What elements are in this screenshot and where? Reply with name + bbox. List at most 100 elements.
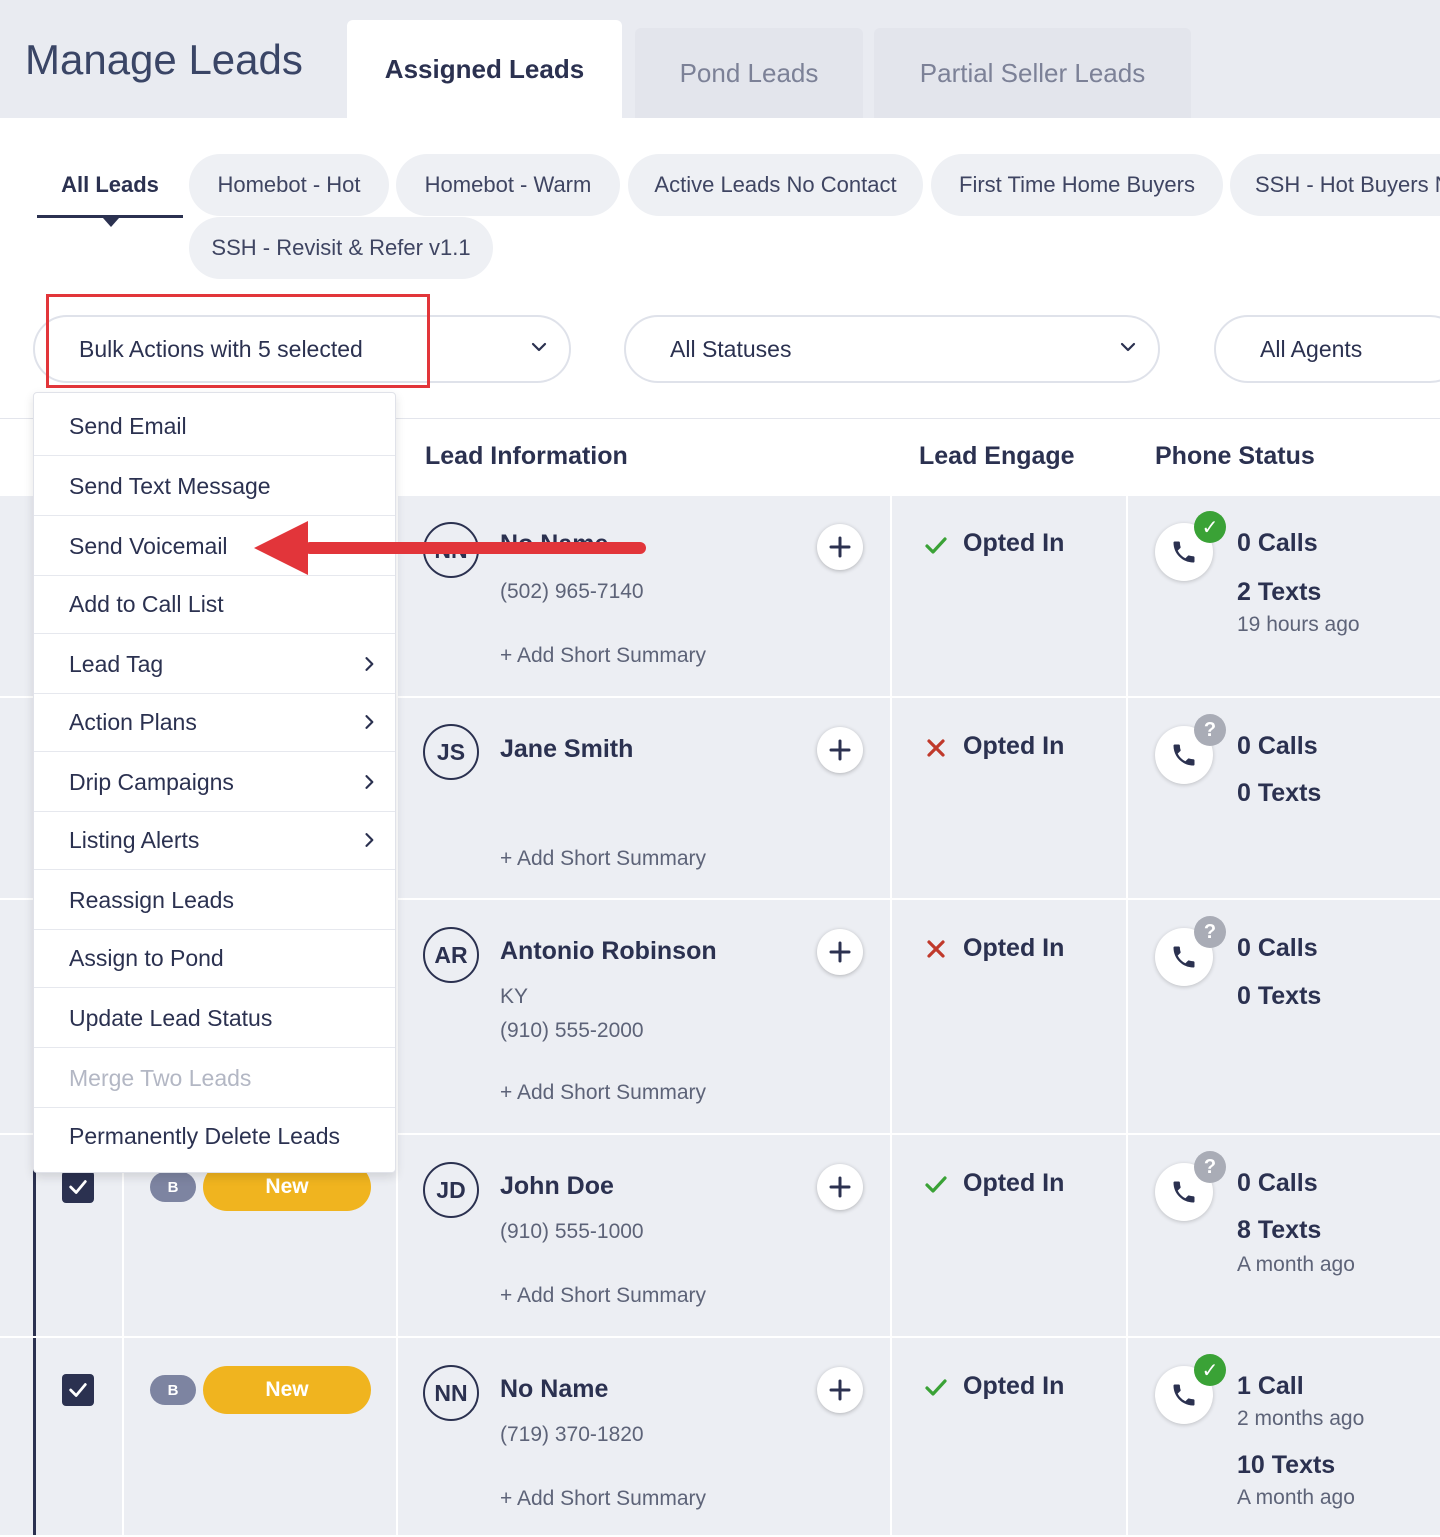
lead-phone: (502) 965-7140 bbox=[500, 580, 644, 603]
unknown-badge-icon: ? bbox=[1194, 1151, 1226, 1183]
subtab-all-leads[interactable]: All Leads bbox=[37, 154, 183, 216]
add-summary-link[interactable]: + Add Short Summary bbox=[500, 1081, 706, 1105]
menu-item-drip-campaigns[interactable]: Drip Campaigns bbox=[34, 753, 395, 812]
add-summary-link[interactable]: + Add Short Summary bbox=[500, 1487, 706, 1511]
add-summary-link[interactable]: + Add Short Summary bbox=[500, 644, 706, 668]
tab-pond-leads[interactable]: Pond Leads bbox=[635, 28, 863, 118]
lead-name[interactable]: Antonio Robinson bbox=[500, 937, 717, 966]
texts-time: 19 hours ago bbox=[1237, 613, 1360, 636]
check-icon bbox=[69, 1180, 87, 1194]
agent-filter-label: All Agents bbox=[1260, 335, 1363, 362]
lead-state: KY bbox=[500, 985, 529, 1008]
lead-name[interactable]: John Doe bbox=[500, 1172, 614, 1201]
menu-item-listing-alerts[interactable]: Listing Alerts bbox=[34, 811, 395, 870]
texts-count: 0 Texts bbox=[1237, 982, 1322, 1010]
phone-icon bbox=[1173, 1384, 1195, 1406]
menu-item-label: Send Email bbox=[69, 412, 187, 439]
menu-item-label: Lead Tag bbox=[69, 650, 164, 677]
texts-count: 8 Texts bbox=[1237, 1216, 1322, 1244]
menu-item-send-email[interactable]: Send Email bbox=[34, 397, 395, 456]
unknown-badge-icon: ? bbox=[1194, 714, 1226, 746]
menu-item-reassign-leads[interactable]: Reassign Leads bbox=[34, 871, 395, 930]
verified-badge-icon: ✓ bbox=[1194, 511, 1226, 543]
check-icon bbox=[925, 1379, 947, 1396]
calls-count: 0 Calls bbox=[1237, 732, 1318, 760]
texts-count: 10 Texts bbox=[1237, 1451, 1336, 1479]
avatar: JD bbox=[423, 1162, 479, 1218]
verified-badge-icon: ✓ bbox=[1194, 1354, 1226, 1386]
phone-icon bbox=[1173, 946, 1195, 968]
menu-item-label: Drip Campaigns bbox=[69, 768, 234, 795]
plus-icon bbox=[829, 1176, 851, 1198]
calls-time: 2 months ago bbox=[1237, 1407, 1365, 1430]
column-header-lead-information: Lead Information bbox=[425, 442, 628, 470]
menu-item-permanently-delete-leads[interactable]: Permanently Delete Leads bbox=[34, 1107, 395, 1166]
add-button[interactable] bbox=[817, 727, 863, 773]
menu-item-merge-two-leads: Merge Two Leads bbox=[34, 1049, 395, 1108]
subtab-ssh-revisit-refer[interactable]: SSH - Revisit & Refer v1.1 bbox=[189, 217, 493, 279]
add-button[interactable] bbox=[817, 1164, 863, 1210]
agent-filter-select[interactable]: All Agents bbox=[1214, 315, 1440, 383]
menu-item-label: Send Voicemail bbox=[69, 532, 228, 559]
phone-icon bbox=[1173, 1181, 1195, 1203]
bulk-actions-menu: Send Email Send Text Message Send Voicem… bbox=[33, 392, 396, 1173]
texts-count: 0 Texts bbox=[1237, 779, 1322, 807]
subtab-caret bbox=[103, 218, 119, 227]
tab-assigned-leads[interactable]: Assigned Leads bbox=[347, 20, 622, 118]
texts-count: 2 Texts bbox=[1237, 578, 1322, 606]
tab-partial-seller-leads[interactable]: Partial Seller Leads bbox=[874, 28, 1191, 118]
subtab-first-time-home-buyers[interactable]: First Time Home Buyers bbox=[931, 154, 1223, 216]
page-title: Manage Leads bbox=[25, 36, 303, 83]
engage-status: Opted In bbox=[963, 1169, 1065, 1197]
menu-item-action-plans[interactable]: Action Plans bbox=[34, 693, 395, 752]
lead-name[interactable]: No Name bbox=[500, 1375, 608, 1404]
menu-item-label: Update Lead Status bbox=[69, 1004, 273, 1031]
status-filter-select[interactable]: All Statuses bbox=[624, 315, 1160, 383]
add-button[interactable] bbox=[817, 1367, 863, 1413]
plus-icon bbox=[829, 739, 851, 761]
plus-icon bbox=[829, 1379, 851, 1401]
menu-item-label: Action Plans bbox=[69, 708, 197, 735]
chevron-right-icon bbox=[365, 775, 374, 789]
highlight-annotation-box bbox=[46, 294, 430, 388]
calls-count: 0 Calls bbox=[1237, 934, 1318, 962]
phone-icon bbox=[1173, 541, 1195, 563]
status-filter-label: All Statuses bbox=[670, 335, 792, 362]
menu-item-label: Reassign Leads bbox=[69, 886, 234, 913]
menu-item-add-to-call-list[interactable]: Add to Call List bbox=[34, 575, 395, 634]
check-icon bbox=[925, 1176, 947, 1193]
lead-phone: (910) 555-2000 bbox=[500, 1019, 644, 1042]
subtab-active-leads-no-contact[interactable]: Active Leads No Contact bbox=[628, 154, 923, 216]
add-button[interactable] bbox=[817, 929, 863, 975]
chevron-down-icon bbox=[1120, 342, 1136, 352]
lead-phone: (910) 555-1000 bbox=[500, 1220, 644, 1243]
row-checkbox[interactable] bbox=[62, 1171, 94, 1203]
engage-status: Opted In bbox=[963, 1372, 1065, 1400]
row-checkbox[interactable] bbox=[62, 1374, 94, 1406]
engage-status: Opted In bbox=[963, 934, 1065, 962]
status-badge[interactable]: New bbox=[203, 1366, 371, 1414]
subtab-ssh-hot-buyers[interactable]: SSH - Hot Buyers N bbox=[1230, 154, 1440, 216]
menu-item-label: Permanently Delete Leads bbox=[69, 1123, 341, 1149]
menu-item-label: Merge Two Leads bbox=[69, 1064, 252, 1091]
texts-time: A month ago bbox=[1237, 1486, 1355, 1509]
avatar: JS bbox=[423, 724, 479, 780]
chevron-right-icon bbox=[365, 657, 374, 671]
add-button[interactable] bbox=[817, 524, 863, 570]
lead-name[interactable]: Jane Smith bbox=[500, 735, 633, 764]
add-summary-link[interactable]: + Add Short Summary bbox=[500, 847, 706, 871]
calls-count: 1 Call bbox=[1237, 1372, 1304, 1400]
unknown-badge-icon: ? bbox=[1194, 916, 1226, 948]
chevron-down-icon bbox=[531, 342, 547, 352]
lead-badge: B bbox=[150, 1172, 196, 1202]
menu-item-assign-to-pond[interactable]: Assign to Pond bbox=[34, 929, 395, 988]
menu-item-update-lead-status[interactable]: Update Lead Status bbox=[34, 989, 395, 1048]
plus-icon bbox=[829, 536, 851, 558]
avatar: NN bbox=[423, 1365, 479, 1421]
column-header-lead-engage: Lead Engage bbox=[919, 442, 1075, 470]
menu-item-lead-tag[interactable]: Lead Tag bbox=[34, 635, 395, 694]
subtab-homebot-warm[interactable]: Homebot - Warm bbox=[396, 154, 620, 216]
add-summary-link[interactable]: + Add Short Summary bbox=[500, 1284, 706, 1308]
menu-item-send-text-message[interactable]: Send Text Message bbox=[34, 457, 395, 516]
subtab-homebot-hot[interactable]: Homebot - Hot bbox=[189, 154, 389, 216]
